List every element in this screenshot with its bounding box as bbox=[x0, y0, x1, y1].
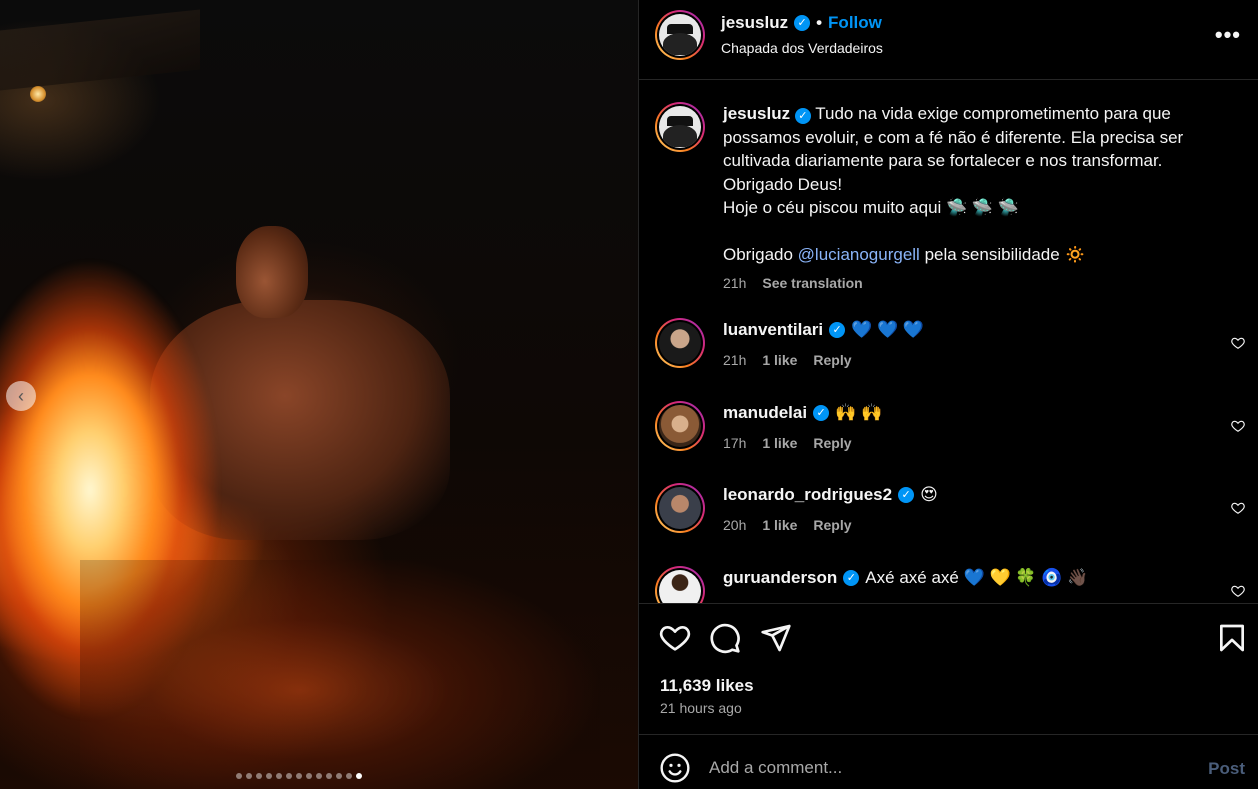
like-comment-heart-icon[interactable] bbox=[1231, 584, 1245, 598]
post-media[interactable]: ‹ bbox=[0, 0, 638, 789]
commenter-avatar[interactable] bbox=[655, 318, 705, 368]
comment-text: Axé axé axé 💙 💛 🍀 🧿 👋🏿 bbox=[865, 568, 1089, 587]
carousel-dot bbox=[266, 773, 272, 779]
like-comment-heart-icon[interactable] bbox=[1231, 336, 1245, 350]
comment-likes-count[interactable]: 1 like bbox=[762, 517, 797, 533]
carousel-dot bbox=[256, 773, 262, 779]
lamp-light bbox=[30, 86, 46, 102]
comments-section[interactable]: jesusluz ✓ Tudo na vida exige comprometi… bbox=[639, 80, 1258, 604]
comment-timestamp[interactable]: 20h bbox=[723, 517, 746, 533]
verified-icon: ✓ bbox=[898, 487, 915, 503]
like-comment-heart-icon[interactable] bbox=[1231, 501, 1245, 515]
verified-icon: ✓ bbox=[794, 15, 811, 31]
caption-author-avatar[interactable] bbox=[655, 102, 705, 152]
post-location[interactable]: Chapada dos Verdadeiros bbox=[721, 40, 883, 56]
carousel-dot bbox=[316, 773, 322, 779]
carousel-dot bbox=[356, 773, 362, 779]
likes-count[interactable]: 11,639 likes bbox=[660, 676, 754, 696]
roof-shape bbox=[0, 9, 200, 91]
comment-item: guruanderson ✓ Axé axé axé 💙 💛 🍀 🧿 👋🏿 bbox=[655, 566, 1245, 603]
commenter-avatar[interactable] bbox=[655, 483, 705, 533]
comment-text: 💙 💙 💙 bbox=[851, 320, 925, 339]
commenter-username[interactable]: leonardo_rodrigues2 bbox=[723, 485, 892, 505]
author-username[interactable]: jesusluz bbox=[721, 13, 788, 33]
comment-text: 🙌 🙌 bbox=[835, 403, 883, 422]
post-details-panel: jesusluz ✓ • Follow Chapada dos Verdadei… bbox=[638, 0, 1258, 789]
comment-item: manudelai ✓ 🙌 🙌 17h 1 like Reply bbox=[655, 401, 1245, 461]
reply-button[interactable]: Reply bbox=[813, 517, 851, 533]
carousel-dot bbox=[326, 773, 332, 779]
comment-timestamp[interactable]: 21h bbox=[723, 352, 746, 368]
comment-timestamp[interactable]: 17h bbox=[723, 435, 746, 451]
firewood bbox=[80, 560, 600, 789]
post-comment-button[interactable]: Post bbox=[1208, 759, 1245, 779]
save-bookmark-icon[interactable] bbox=[1216, 622, 1248, 654]
commenter-username[interactable]: guruanderson bbox=[723, 568, 837, 588]
add-comment-bar: Post bbox=[639, 734, 1258, 789]
verified-icon: ✓ bbox=[813, 405, 830, 421]
verified-icon: ✓ bbox=[843, 570, 860, 586]
post-header: jesusluz ✓ • Follow Chapada dos Verdadei… bbox=[639, 0, 1258, 80]
carousel-dot bbox=[306, 773, 312, 779]
post-timestamp[interactable]: 21 hours ago bbox=[660, 700, 742, 716]
carousel-dot bbox=[346, 773, 352, 779]
carousel-dot bbox=[246, 773, 252, 779]
like-heart-icon[interactable] bbox=[659, 622, 691, 654]
reply-button[interactable]: Reply bbox=[813, 435, 851, 451]
caption-text: Tudo na vida exige comprometimento para … bbox=[723, 104, 1184, 264]
post-caption: jesusluz ✓ Tudo na vida exige comprometi… bbox=[655, 102, 1245, 291]
verified-icon: ✓ bbox=[829, 322, 846, 338]
carousel-dots bbox=[236, 773, 362, 779]
like-comment-heart-icon[interactable] bbox=[1231, 419, 1245, 433]
separator-dot: • bbox=[816, 13, 823, 32]
previous-slide-button[interactable]: ‹ bbox=[6, 381, 36, 411]
reply-button[interactable]: Reply bbox=[813, 352, 851, 368]
caption-text-end: pela sensibilidade 🔅 bbox=[919, 245, 1086, 264]
caption-mention-link[interactable]: @lucianogurgell bbox=[798, 245, 920, 264]
comment-input[interactable] bbox=[709, 751, 1169, 785]
comment-bubble-icon[interactable] bbox=[709, 622, 741, 654]
carousel-dot bbox=[336, 773, 342, 779]
author-avatar[interactable] bbox=[655, 10, 705, 60]
carousel-dot bbox=[286, 773, 292, 779]
comment-item: leonardo_rodrigues2 ✓ 😍 20h 1 like Reply bbox=[655, 483, 1245, 543]
share-send-icon[interactable] bbox=[760, 622, 792, 654]
caption-username[interactable]: jesusluz bbox=[723, 104, 790, 123]
caption-timestamp[interactable]: 21h bbox=[723, 275, 746, 291]
comment-item: luanventilari ✓ 💙 💙 💙 21h 1 like Reply bbox=[655, 318, 1245, 378]
commenter-avatar[interactable] bbox=[655, 566, 705, 603]
follow-button[interactable]: Follow bbox=[828, 13, 882, 33]
comment-text: 😍 bbox=[920, 485, 938, 504]
comment-likes-count[interactable]: 1 like bbox=[762, 435, 797, 451]
verified-icon: ✓ bbox=[794, 108, 811, 124]
more-options-icon[interactable]: ••• bbox=[1215, 22, 1241, 48]
see-translation-link[interactable]: See translation bbox=[762, 275, 862, 291]
post-actions: 11,639 likes 21 hours ago bbox=[639, 604, 1258, 734]
commenter-avatar[interactable] bbox=[655, 401, 705, 451]
commenter-username[interactable]: manudelai bbox=[723, 403, 807, 423]
emoji-icon[interactable] bbox=[659, 752, 691, 784]
carousel-dot bbox=[236, 773, 242, 779]
carousel-dot bbox=[276, 773, 282, 779]
commenter-username[interactable]: luanventilari bbox=[723, 320, 823, 340]
carousel-dot bbox=[296, 773, 302, 779]
comment-likes-count[interactable]: 1 like bbox=[762, 352, 797, 368]
